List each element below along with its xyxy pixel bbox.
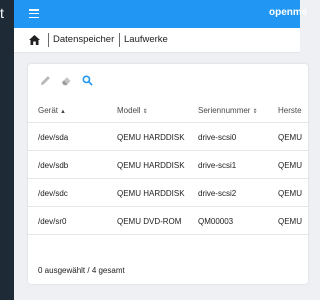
- cell-vendor: QEMU: [278, 161, 302, 170]
- sort-icon: ⇕: [252, 109, 258, 115]
- table-row[interactable]: /dev/sr0 QEMU DVD-ROM QM00003 QEMU: [28, 207, 308, 235]
- table-row[interactable]: /dev/sdc QEMU HARDDISK drive-scsi2 QEMU: [28, 179, 308, 207]
- table-header: Gerät ▲ Modell ⇕ Seriennummer ⇕ Herste: [28, 97, 308, 123]
- breadcrumb-item-laufwerke: Laufwerke: [124, 34, 168, 45]
- cell-vendor: QEMU: [278, 217, 302, 226]
- cell-serial: QM00003: [198, 217, 234, 226]
- cell-device: /dev/sdb: [38, 161, 69, 170]
- cell-model: QEMU HARDDISK: [117, 133, 185, 142]
- edit-icon[interactable]: [40, 75, 51, 86]
- breadcrumb-separator: [119, 33, 120, 47]
- cell-serial: drive-scsi2: [198, 189, 237, 198]
- table-row[interactable]: /dev/sda QEMU HARDDISK drive-scsi0 QEMU: [28, 123, 308, 151]
- search-icon[interactable]: [82, 75, 93, 86]
- cell-device: /dev/sda: [38, 133, 69, 142]
- sidebar-brand-text: t: [0, 5, 4, 21]
- sort-icon: ⇕: [142, 109, 148, 115]
- cell-serial: drive-scsi1: [198, 161, 237, 170]
- cell-vendor: QEMU: [278, 133, 302, 142]
- breadcrumb: Datenspeicher Laufwerke: [14, 28, 300, 53]
- column-header-seriennummer[interactable]: Seriennummer ⇕: [198, 106, 258, 115]
- cell-model: QEMU HARDDISK: [117, 161, 185, 170]
- menu-icon[interactable]: [29, 9, 39, 19]
- breadcrumb-separator: [48, 33, 49, 47]
- brand-name: openme: [269, 7, 308, 18]
- table-row[interactable]: /dev/sdb QEMU HARDDISK drive-scsi1 QEMU: [28, 151, 308, 179]
- sidebar: t: [0, 0, 14, 300]
- cell-model: QEMU DVD-ROM: [117, 217, 182, 226]
- breadcrumb-item-datenspeicher[interactable]: Datenspeicher: [53, 34, 114, 45]
- eraser-icon[interactable]: [61, 75, 72, 86]
- cell-model: QEMU HARDDISK: [117, 189, 185, 198]
- column-header-geraet[interactable]: Gerät ▲: [38, 106, 66, 115]
- column-header-modell[interactable]: Modell ⇕: [117, 106, 148, 115]
- cell-device: /dev/sr0: [38, 217, 67, 226]
- drives-card: Gerät ▲ Modell ⇕ Seriennummer ⇕ Herste /dev…: [28, 64, 308, 284]
- cell-device: /dev/sdc: [38, 189, 68, 198]
- cell-vendor: QEMU: [278, 189, 302, 198]
- home-icon[interactable]: [29, 35, 40, 45]
- top-bar: openme: [14, 0, 307, 28]
- cell-serial: drive-scsi0: [198, 133, 237, 142]
- column-header-hersteller[interactable]: Herste: [278, 106, 302, 115]
- selection-status: 0 ausgewählt / 4 gesamt: [38, 266, 125, 275]
- sort-ascending-icon: ▲: [60, 109, 66, 115]
